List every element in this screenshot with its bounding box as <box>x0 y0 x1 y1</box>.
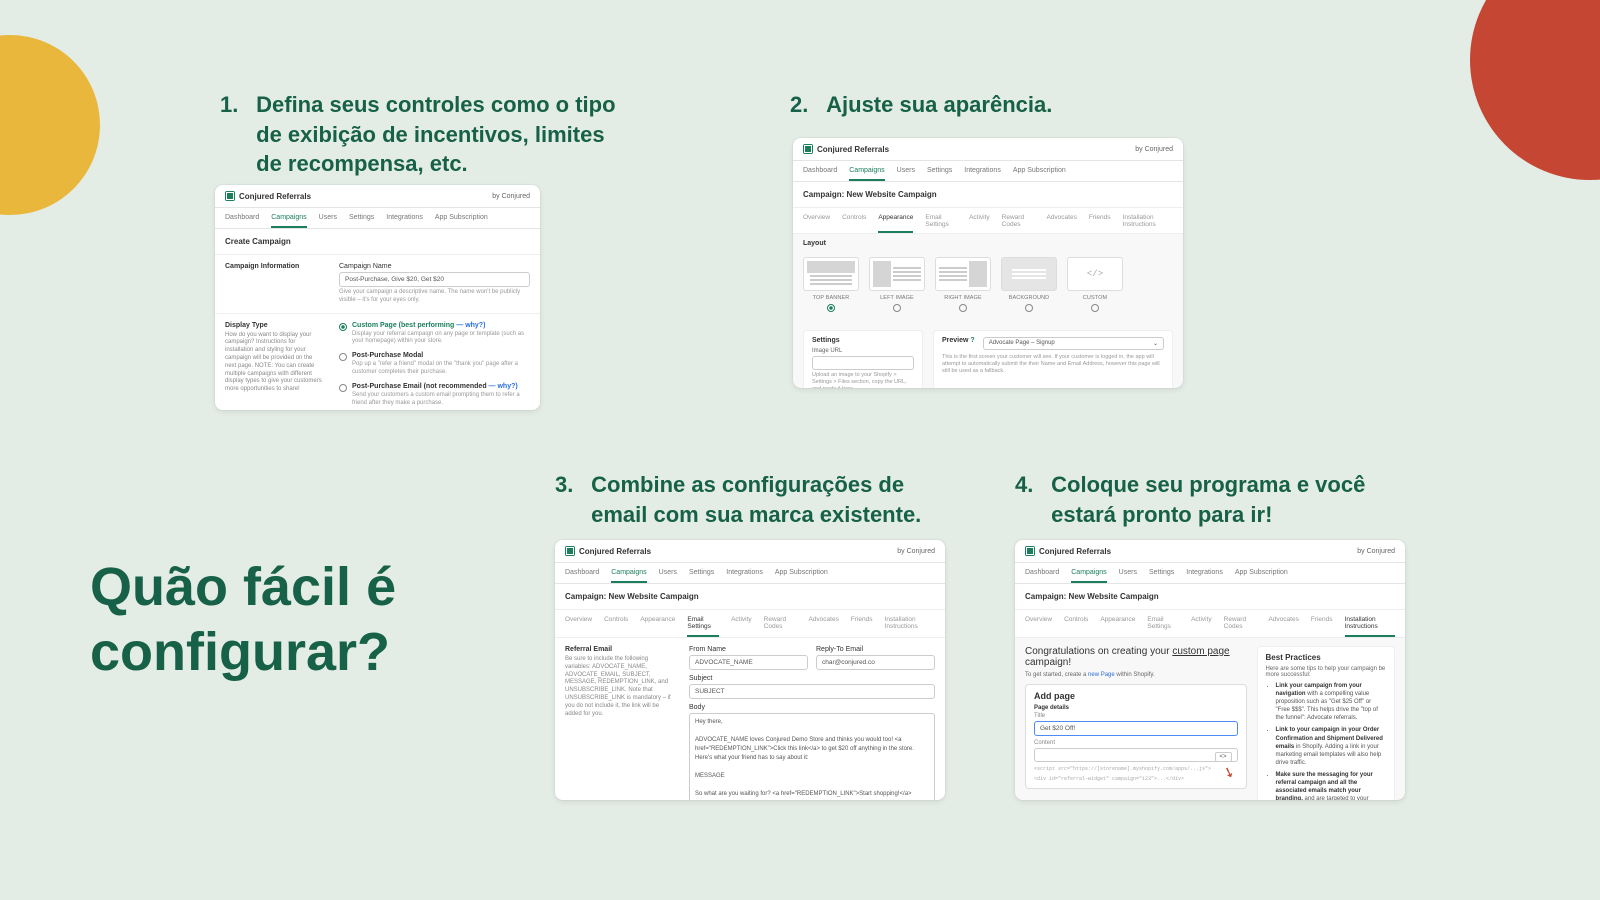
layout-radio-custom[interactable] <box>1091 304 1099 312</box>
preview-select[interactable]: Advocate Page – Signup⌄ <box>983 337 1164 350</box>
tab-integrations[interactable]: Integrations <box>386 214 423 228</box>
settings-header: Settings <box>812 337 914 344</box>
html-toggle-button[interactable]: <> <box>1215 752 1232 762</box>
subtab-installation[interactable]: Installation Instructions <box>1345 616 1395 637</box>
logo-icon <box>1025 546 1035 556</box>
tab-subscription[interactable]: App Subscription <box>1013 167 1066 181</box>
image-url-label: Image URL <box>812 348 914 354</box>
screenshot-2: Conjured Referrals by Conjured Dashboard… <box>793 138 1183 388</box>
layout-label: Layout <box>793 234 1183 247</box>
best-practices-panel: Best Practices Here are some tips to hel… <box>1257 646 1395 800</box>
by-label: by Conjured <box>492 193 530 200</box>
screenshot-1: Conjured Referrals by Conjured Dashboard… <box>215 185 540 410</box>
campaign-name-label: Campaign Name <box>339 263 530 270</box>
campaign-name-input[interactable]: Post-Purchase, Give $20, Get $20 <box>339 272 530 287</box>
body-textarea[interactable]: Hey there, ADVOCATE_NAME loves Conjured … <box>689 713 935 800</box>
create-campaign-title: Create Campaign <box>215 229 540 255</box>
campaign-name-hint: Give your campaign a descriptive name. T… <box>339 289 530 305</box>
code-icon: </> <box>1087 269 1103 279</box>
radio-custom-page[interactable] <box>339 323 347 331</box>
step-4: 4. Coloque seu programa e você estará pr… <box>1015 470 1365 529</box>
logo-icon <box>225 191 235 201</box>
step-1: 1. Defina seus controles como o tipo de … <box>220 90 616 179</box>
tab-settings[interactable]: Settings <box>349 214 374 228</box>
screenshot-4: Conjured Referrals by Conjured Dashboard… <box>1015 540 1405 800</box>
tab-subscription[interactable]: App Subscription <box>435 214 488 228</box>
headline-line2: configurar? <box>90 620 396 685</box>
new-page-link[interactable]: new Page <box>1088 672 1115 678</box>
subject-input[interactable]: SUBJECT <box>689 684 935 699</box>
reply-to-input[interactable]: char@conjured.co <box>816 655 935 670</box>
congrats-heading: Congratulations on creating your custom … <box>1025 646 1247 668</box>
display-type-hint: How do you want to display your campaign… <box>225 332 325 394</box>
screenshot-3: Conjured Referrals by Conjured Dashboard… <box>555 540 945 800</box>
subtab-email-settings[interactable]: Email Settings <box>687 616 719 637</box>
step-2: 2. Ajuste sua aparência. <box>790 90 1052 120</box>
tab-dashboard[interactable]: Dashboard <box>225 214 259 228</box>
tab-campaigns[interactable]: Campaigns <box>849 167 884 181</box>
tab-users[interactable]: Users <box>319 214 337 228</box>
preview-description: This is the first screen your customer w… <box>942 354 1164 375</box>
chevron-down-icon: ⌄ <box>1153 340 1158 347</box>
decor-circle-yellow <box>0 35 100 215</box>
campaign-info-label: Campaign Information <box>225 263 325 305</box>
layout-radio-left-image[interactable] <box>893 304 901 312</box>
radio-post-purchase-modal[interactable] <box>339 353 347 361</box>
tab-dashboard[interactable]: Dashboard <box>803 167 837 181</box>
layout-options: TOP BANNER LEFT IMAGE RIGHT IMAGE BACKGR… <box>793 247 1183 322</box>
image-url-input[interactable] <box>812 356 914 370</box>
headline-line1: Quão fácil é <box>90 555 396 620</box>
page-title-input[interactable]: Get $20 Off! <box>1034 721 1238 736</box>
display-type-label: Display Type <box>225 322 268 329</box>
headline: Quão fácil é configurar? <box>90 555 396 685</box>
logo-icon <box>565 546 575 556</box>
subtabs: Overview Controls Appearance Email Setti… <box>793 208 1183 234</box>
subtab-appearance[interactable]: Appearance <box>878 214 913 233</box>
main-tabs: Dashboard Campaigns Users Settings Integ… <box>215 208 540 229</box>
layout-radio-background[interactable] <box>1025 304 1033 312</box>
tab-users[interactable]: Users <box>897 167 915 181</box>
decor-circle-red <box>1470 0 1600 180</box>
logo-icon <box>803 144 813 154</box>
tab-campaigns[interactable]: Campaigns <box>271 214 306 228</box>
radio-post-purchase-email[interactable] <box>339 384 347 392</box>
add-page-panel: Add page Page details Title Get $20 Off!… <box>1025 684 1247 789</box>
referral-email-label: Referral Email <box>565 646 612 653</box>
help-icon[interactable]: ? <box>970 337 974 344</box>
page-content-input[interactable]: <> <box>1034 748 1238 762</box>
layout-radio-top-banner[interactable] <box>827 304 835 312</box>
layout-radio-right-image[interactable] <box>959 304 967 312</box>
step-3: 3. Combine as configurações de email com… <box>555 470 921 529</box>
tab-settings[interactable]: Settings <box>927 167 952 181</box>
app-logo: Conjured Referrals <box>225 191 311 201</box>
tab-integrations[interactable]: Integrations <box>964 167 1001 181</box>
campaign-header: Campaign: New Website Campaign <box>793 182 1183 208</box>
from-name-input[interactable]: ADVOCATE_NAME <box>689 655 808 670</box>
